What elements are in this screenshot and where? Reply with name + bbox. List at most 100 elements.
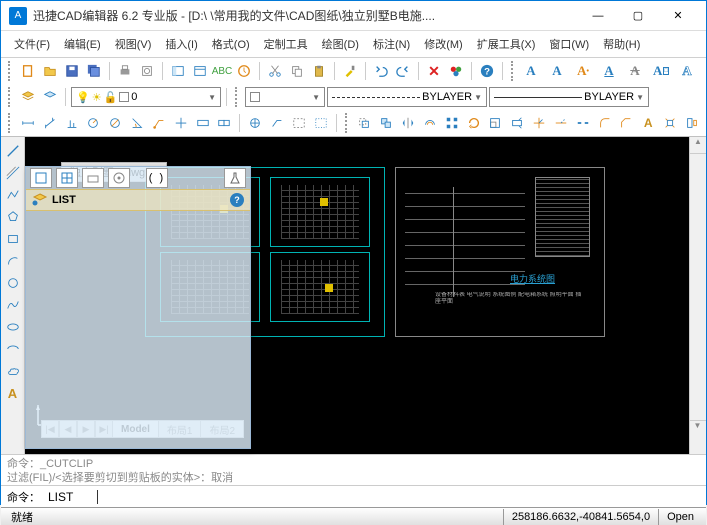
recalc-button[interactable] [234,61,254,81]
menu-customtools[interactable]: 定制工具 [257,33,315,55]
polyline-tool[interactable] [3,185,23,205]
move-button[interactable] [355,113,375,133]
explode-button[interactable] [660,113,680,133]
saveall-button[interactable] [84,61,104,81]
brush-button[interactable] [340,61,360,81]
tolerance2-button[interactable] [214,113,234,133]
panel-brackets-button[interactable]: ( ) [146,168,168,188]
check-button[interactable]: ABC [212,61,232,81]
tolerance-button[interactable] [193,113,213,133]
text-style-outline[interactable]: A [677,61,697,81]
grip-icon[interactable] [511,61,516,81]
print-button[interactable] [115,61,135,81]
mirror-button[interactable] [398,113,418,133]
text-style-strike[interactable]: A [625,61,645,81]
menu-edit[interactable]: 编辑(E) [57,33,108,55]
panel-mode2-button[interactable] [56,168,78,188]
text-style-with-box[interactable]: A□ [651,61,671,81]
list-floating-panel[interactable]: ( ) LIST ? [25,166,251,449]
polygon-tool[interactable] [3,207,23,227]
toledit2-button[interactable] [311,113,331,133]
panel-flask-button[interactable] [224,168,246,188]
menu-draw[interactable]: 绘图(D) [315,33,366,55]
explorer-button[interactable] [168,61,188,81]
xline-tool[interactable] [3,163,23,183]
copy-button[interactable] [287,61,307,81]
layer-manager-button[interactable] [18,87,38,107]
help-icon[interactable]: ? [230,193,244,207]
panel-mode3-button[interactable] [82,168,104,188]
menu-insert[interactable]: 插入(I) [158,33,204,55]
dim-angular-button[interactable] [127,113,147,133]
toledit-button[interactable] [289,113,309,133]
grip-icon[interactable] [235,87,240,107]
menu-modify[interactable]: 修改(M) [417,33,470,55]
menu-help[interactable]: 帮助(H) [596,33,647,55]
open-button[interactable] [40,61,60,81]
array-button[interactable] [442,113,462,133]
circle-tool[interactable] [3,273,23,293]
menu-dimension[interactable]: 标注(N) [366,33,417,55]
dim-ordinate-button[interactable] [62,113,82,133]
scale-button[interactable] [485,113,505,133]
revcloud-tool[interactable] [3,361,23,381]
command-input[interactable] [48,490,98,504]
fillet-button[interactable] [595,113,615,133]
multileader-button[interactable] [149,113,169,133]
text-style-a3[interactable]: A• [573,61,593,81]
spline-tool[interactable] [3,295,23,315]
grip-icon[interactable] [345,113,350,133]
copy2-button[interactable] [376,113,396,133]
command-line[interactable]: 命令： [1,485,706,507]
offset-button[interactable] [420,113,440,133]
cut-button[interactable] [265,61,285,81]
menu-exttools[interactable]: 扩展工具(X) [470,33,543,55]
align-button[interactable] [682,113,702,133]
panel-list-row[interactable]: LIST ? [26,189,250,211]
rotate-button[interactable] [464,113,484,133]
ellipse-tool[interactable] [3,317,23,337]
break-button[interactable] [573,113,593,133]
dim-aligned-button[interactable] [40,113,60,133]
linetype-combo[interactable]: BYLAYER ▼ [327,87,487,107]
delete-button[interactable]: ✕ [424,61,444,81]
dim-linear-button[interactable] [18,113,38,133]
panel-mode1-button[interactable] [30,168,52,188]
paste-button[interactable] [309,61,329,81]
close-button[interactable]: ✕ [658,2,698,30]
menu-file[interactable]: 文件(F) [7,33,57,55]
redo-button[interactable] [393,61,413,81]
stretch-button[interactable] [507,113,527,133]
color-combo[interactable]: ▼ [245,87,325,107]
grip-icon[interactable] [8,61,13,81]
lineweight-combo[interactable]: BYLAYER ▼ [489,87,649,107]
leader-button[interactable] [267,113,287,133]
command-history[interactable]: 命令：_CUTCLIP 过滤(FIL)/<选择要剪切到剪贴板的实体>：取消 取消 [1,455,706,485]
text-tool[interactable]: A [3,383,23,403]
dim-radius-button[interactable] [83,113,103,133]
menu-format[interactable]: 格式(O) [205,33,257,55]
grip-icon[interactable] [8,113,13,133]
layer-prev-button[interactable] [40,87,60,107]
new-button[interactable] [18,61,38,81]
chamfer-button[interactable] [616,113,636,133]
centerline-button[interactable] [171,113,191,133]
vertical-scrollbar[interactable]: ▲ ▼ [689,137,706,454]
marker-button[interactable] [245,113,265,133]
rectangle-tool[interactable] [3,229,23,249]
edittext-button[interactable]: A [638,113,658,133]
save-button[interactable] [62,61,82,81]
extend-button[interactable] [551,113,571,133]
text-style-a1[interactable]: A [521,61,541,81]
maximize-button[interactable]: ▢ [618,2,658,30]
line-tool[interactable] [3,141,23,161]
preview-button[interactable] [137,61,157,81]
color-button[interactable] [446,61,466,81]
menu-window[interactable]: 窗口(W) [542,33,596,55]
menu-view[interactable]: 视图(V) [108,33,159,55]
trim-button[interactable] [529,113,549,133]
minimize-button[interactable]: — [578,2,618,30]
layer-combo[interactable]: 💡 ☀ 🔓 0 ▼ [71,87,221,107]
dim-diameter-button[interactable] [105,113,125,133]
status-open-button[interactable]: Open [658,509,702,525]
